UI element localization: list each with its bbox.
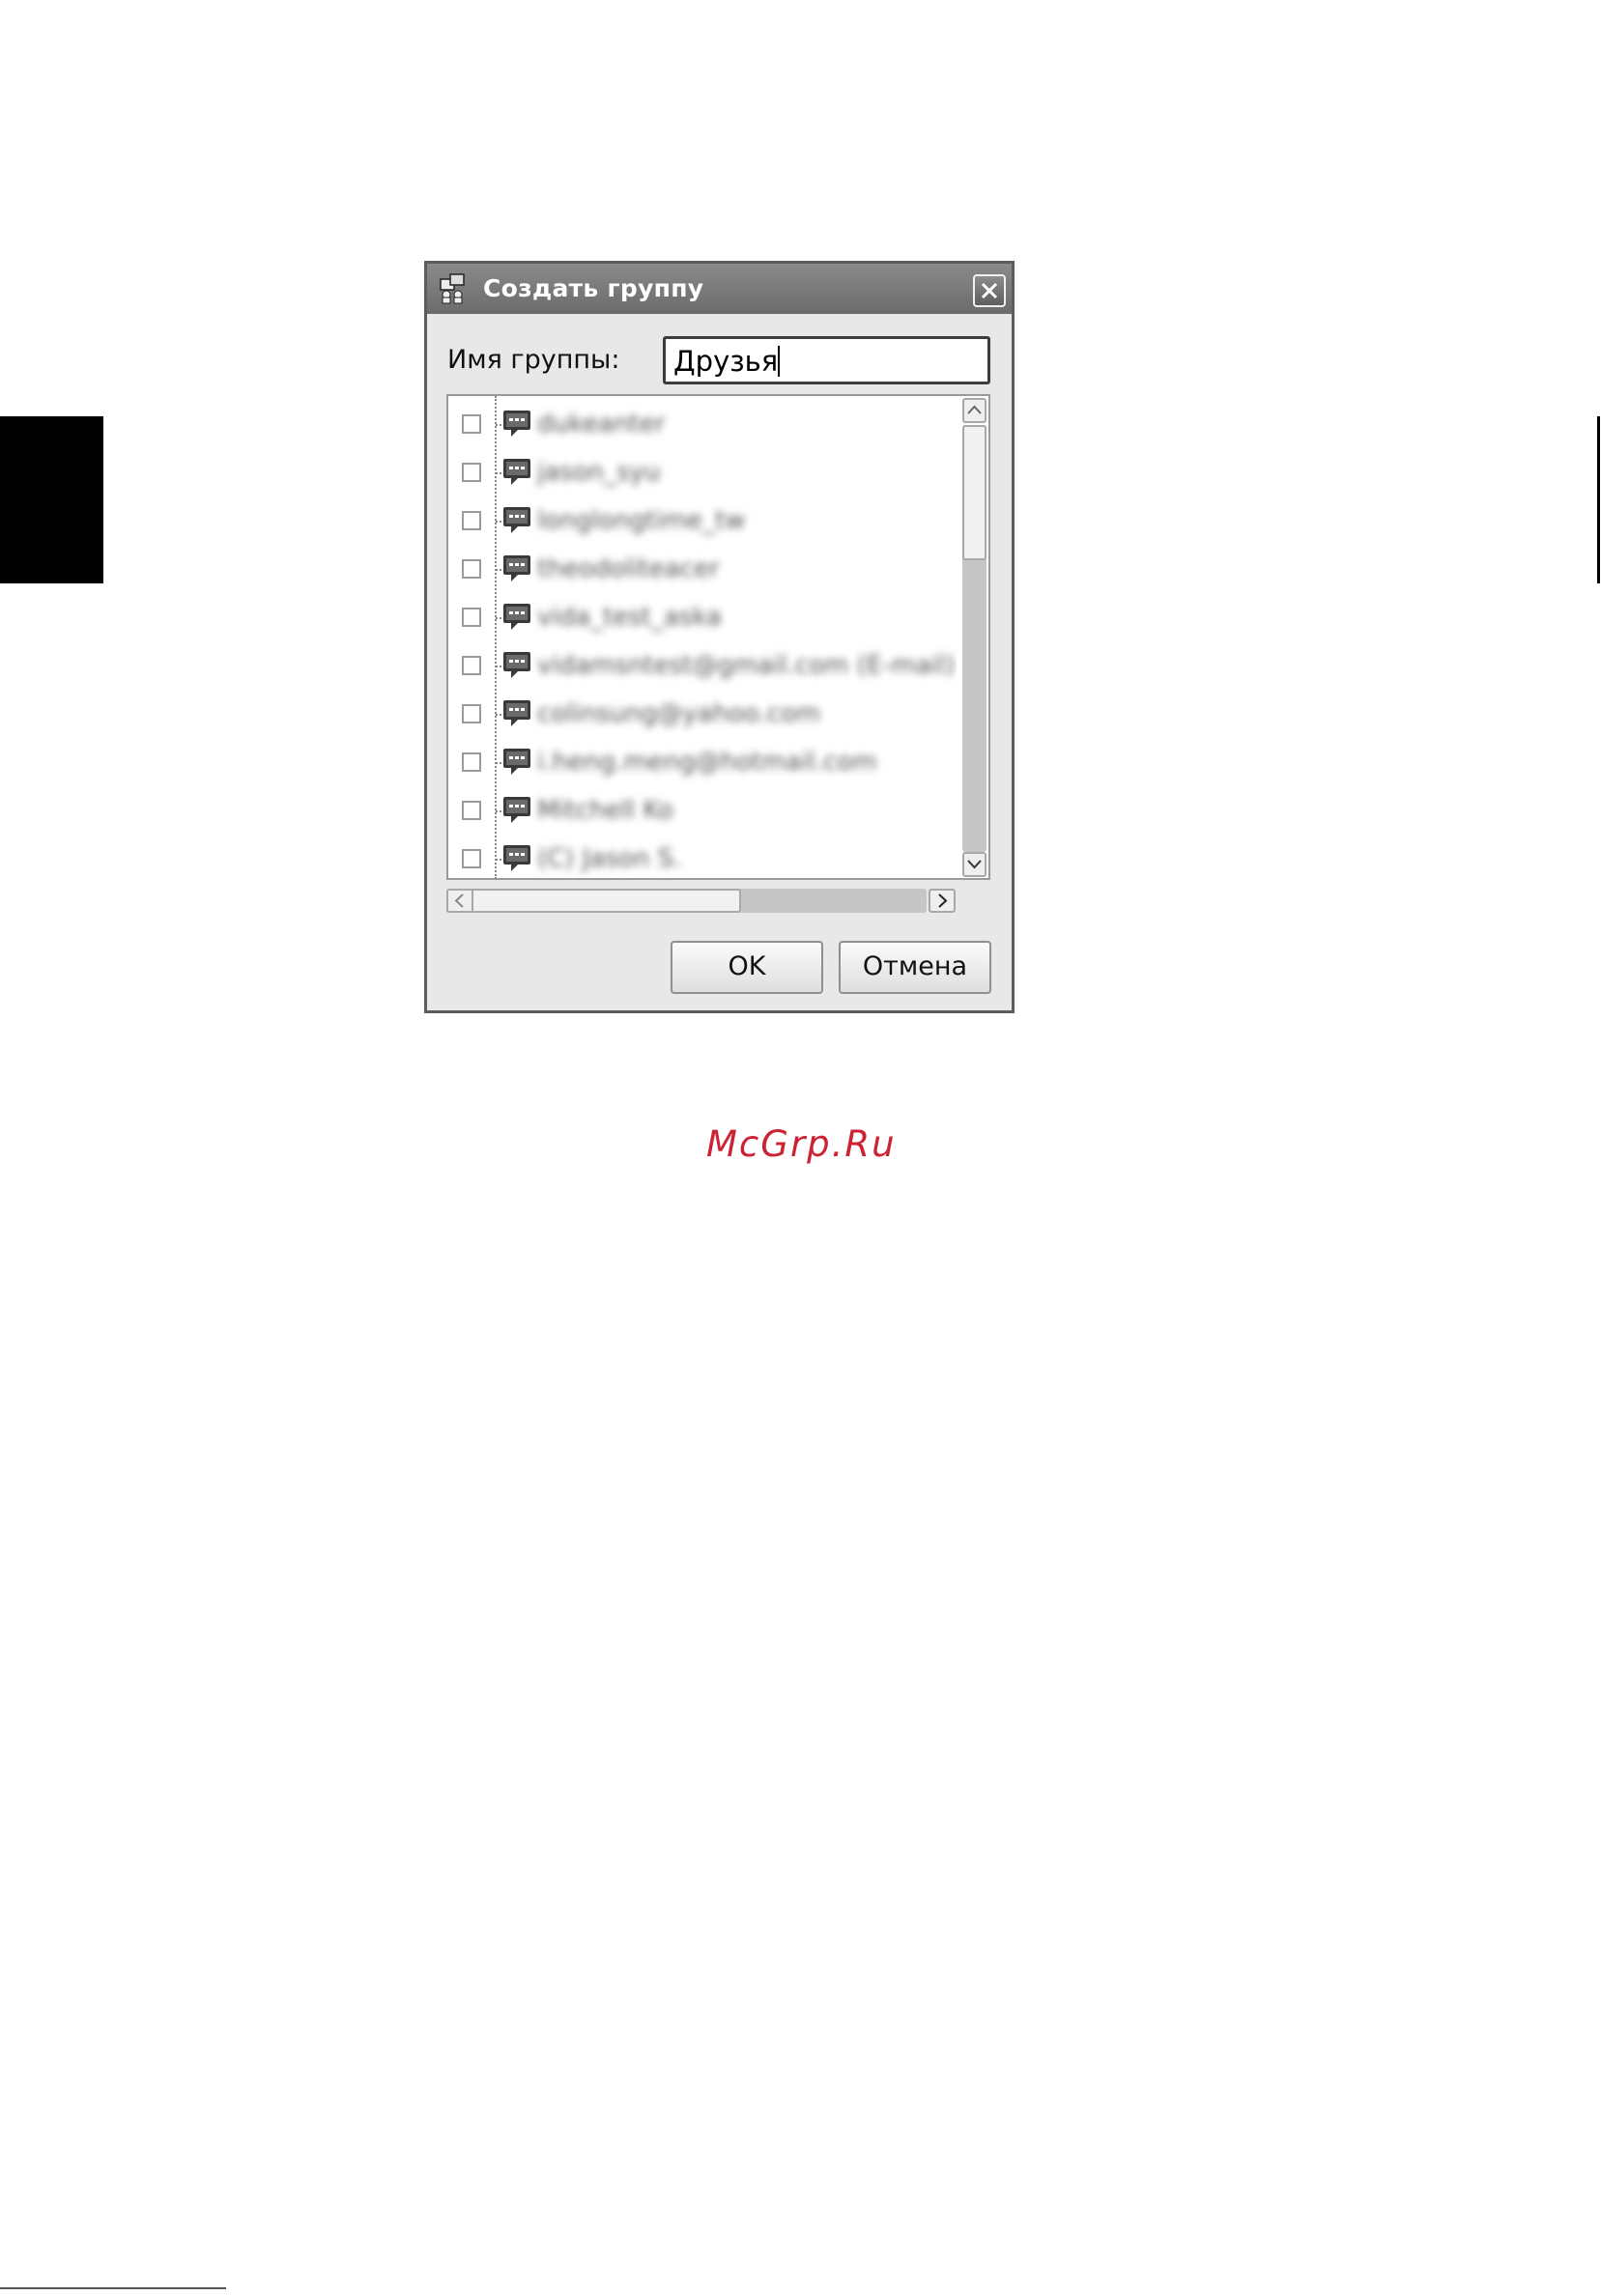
- contact-name: (C) Jason S.: [537, 844, 682, 873]
- contact-row[interactable]: (C) Jason S.: [448, 836, 957, 879]
- group-name-input[interactable]: Друзья: [663, 336, 990, 384]
- watermark-text: McGrp.Ru: [706, 1123, 897, 1165]
- contact-name: Mitchell Ko: [537, 796, 673, 825]
- chat-bubble-icon: [501, 843, 532, 878]
- dialog-title: Создать группу: [483, 274, 704, 302]
- horizontal-scrollbar[interactable]: [446, 887, 956, 915]
- text-caret: [778, 346, 781, 377]
- contact-row[interactable]: i.heng.meng@hotmail.com: [448, 739, 957, 787]
- contact-checkbox[interactable]: [462, 559, 481, 579]
- cancel-button[interactable]: Отмена: [839, 941, 991, 994]
- ok-button[interactable]: OK: [671, 941, 823, 994]
- contact-row[interactable]: theodoliteacer: [448, 546, 957, 594]
- contact-checkbox[interactable]: [462, 849, 481, 868]
- arrow-right-icon: [938, 893, 948, 908]
- chat-bubble-icon: [501, 795, 532, 830]
- chat-bubble-icon: [501, 602, 532, 637]
- contact-name: vida_test_aska: [537, 603, 722, 632]
- contact-name: colinsung@yahoo.com: [537, 699, 821, 728]
- bottom-rule: [0, 2287, 226, 2289]
- group-name-label: Имя группы:: [447, 345, 620, 375]
- contact-name: jason_syu: [537, 458, 661, 487]
- contact-name: longlongtime_tw: [537, 506, 746, 535]
- vertical-scrollbar[interactable]: [960, 398, 988, 878]
- scroll-up-button[interactable]: [962, 398, 986, 423]
- contact-list-viewport: dukeanter jason_syu longlongtime_twtheodol…: [448, 396, 957, 879]
- horizontal-scroll-thumb[interactable]: [446, 889, 741, 913]
- scroll-down-button[interactable]: [962, 852, 986, 877]
- contact-checkbox[interactable]: [462, 752, 481, 772]
- contact-checkbox[interactable]: [462, 414, 481, 434]
- dialog-titlebar[interactable]: Создать группу: [427, 264, 1012, 314]
- contact-checkbox[interactable]: [462, 511, 481, 530]
- group-name-value: Друзья: [673, 345, 779, 378]
- contact-name: i.heng.meng@hotmail.com: [537, 748, 877, 777]
- chat-bubble-icon: [501, 650, 532, 685]
- arrow-down-icon: [967, 860, 982, 869]
- arrow-left-icon: [454, 893, 464, 908]
- page-side-tab: [0, 416, 103, 583]
- contact-checkbox[interactable]: [462, 704, 481, 723]
- contact-row[interactable]: Mitchell Ko: [448, 787, 957, 836]
- contact-row[interactable]: dukeanter: [448, 401, 957, 449]
- contact-checkbox[interactable]: [462, 801, 481, 820]
- app-icon: [437, 271, 472, 304]
- chat-bubble-icon: [501, 698, 532, 733]
- contact-list[interactable]: dukeanter jason_syu longlongtime_twtheodol…: [446, 394, 990, 880]
- contact-row[interactable]: jason_syu: [448, 449, 957, 497]
- chat-bubble-icon: [501, 505, 532, 540]
- chat-bubble-icon: [501, 457, 532, 492]
- scroll-left-button[interactable]: [446, 889, 473, 913]
- contact-row[interactable]: vida_test_aska: [448, 594, 957, 642]
- contact-checkbox[interactable]: [462, 463, 481, 482]
- page-side-line: [1597, 416, 1600, 583]
- scroll-right-button[interactable]: [929, 889, 956, 913]
- chat-bubble-icon: [501, 553, 532, 588]
- arrow-up-icon: [967, 405, 982, 414]
- chat-bubble-icon: [501, 409, 532, 443]
- contact-name: dukeanter: [537, 410, 666, 439]
- vertical-scroll-thumb[interactable]: [962, 425, 986, 560]
- contact-row[interactable]: longlongtime_tw: [448, 497, 957, 546]
- contact-row[interactable]: colinsung@yahoo.com: [448, 691, 957, 739]
- close-icon: [981, 282, 998, 299]
- contact-row[interactable]: vidamsntest@gmail.com (E-mail): [448, 642, 957, 691]
- contact-checkbox[interactable]: [462, 608, 481, 627]
- create-group-dialog: Создать группу Имя группы: Друзья dukean…: [424, 261, 1015, 1013]
- chat-bubble-icon: [501, 747, 532, 781]
- contact-name: theodoliteacer: [537, 554, 720, 583]
- contact-checkbox[interactable]: [462, 656, 481, 675]
- contact-name: vidamsntest@gmail.com (E-mail): [537, 651, 956, 680]
- close-button[interactable]: [973, 274, 1006, 307]
